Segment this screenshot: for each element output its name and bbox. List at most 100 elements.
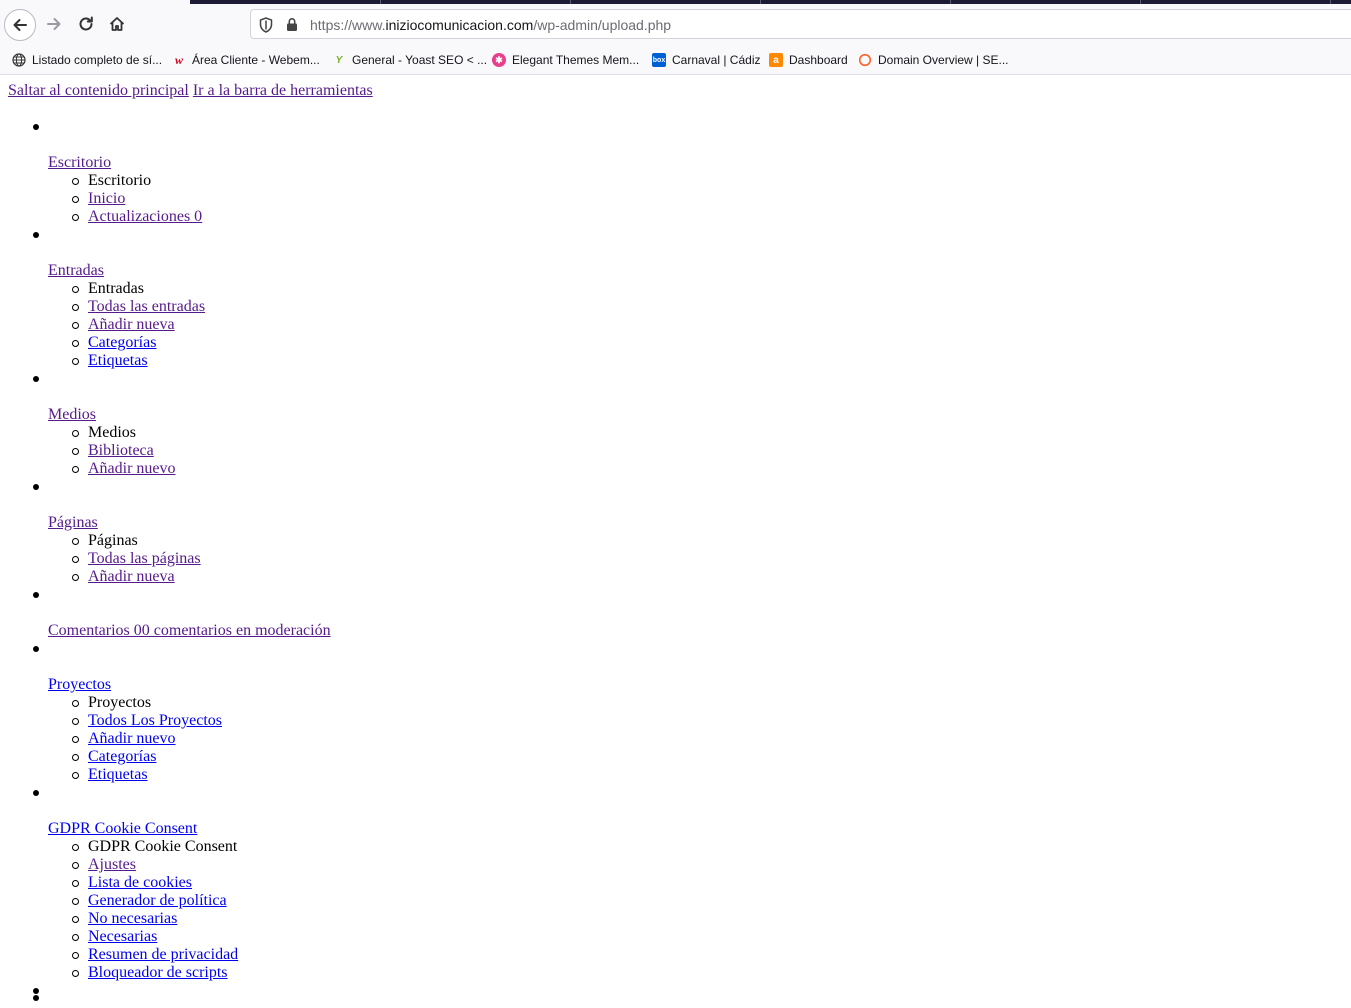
forward-button[interactable] (38, 8, 70, 40)
list-bullet (33, 232, 39, 238)
list-circle (72, 754, 79, 761)
list-circle (72, 214, 79, 221)
submenu-link[interactable]: Todos Los Proyectos (88, 712, 222, 730)
list-circle (72, 340, 79, 347)
box-icon: box (652, 53, 666, 67)
list-circle (72, 952, 79, 959)
list-circle (72, 970, 79, 977)
bookmark-label: Dashboard (789, 53, 848, 67)
submenu-link[interactable]: Añadir nuevo (88, 730, 176, 748)
submenu-link[interactable]: Categorías (88, 748, 156, 766)
list-circle (72, 574, 79, 581)
bookmark-item[interactable]: Y General - Yoast SEO < ... (332, 51, 487, 69)
url-text[interactable]: https://www.iniziocomunicacion.com/wp-ad… (310, 17, 671, 33)
bookmark-label: Domain Overview | SE... (878, 53, 1009, 67)
skip-links: Saltar al contenido principal Ir a la ba… (8, 82, 373, 100)
menu-heading-link[interactable]: Entradas (48, 262, 104, 280)
list-circle (72, 448, 79, 455)
submenu-link[interactable]: Biblioteca (88, 442, 154, 460)
submenu-link[interactable]: Etiquetas (88, 766, 148, 784)
submenu-link[interactable]: Categorías (88, 334, 156, 352)
submenu-link[interactable]: Inicio (88, 190, 125, 208)
submenu-link[interactable]: Añadir nueva (88, 568, 175, 586)
list-bullet (33, 995, 39, 1001)
submenu-link[interactable]: Todas las páginas (88, 550, 201, 568)
globe-icon (12, 53, 26, 67)
bookmark-item[interactable]: Listado completo de sí... (12, 51, 162, 69)
submenu-current-label: Entradas (88, 280, 144, 297)
list-circle (72, 538, 79, 545)
bookmark-item[interactable]: Domain Overview | SE... (858, 51, 1009, 69)
submenu-current-label: Proyectos (88, 694, 152, 711)
submenu-link[interactable]: Resumen de privacidad (88, 946, 238, 964)
submenu-link[interactable]: Añadir nuevo (88, 460, 176, 478)
list-circle (72, 322, 79, 329)
bookmark-label: Carnaval | Cádiz (672, 53, 761, 67)
bookmark-item[interactable]: ✱ Elegant Themes Mem... (492, 51, 639, 69)
skip-to-content-link[interactable]: Saltar al contenido principal (8, 82, 189, 99)
skip-to-toolbar-link[interactable]: Ir a la barra de herramientas (193, 82, 373, 99)
submenu-link[interactable]: Lista de cookies (88, 874, 192, 892)
reload-button[interactable] (70, 8, 102, 40)
ahrefs-icon: a (769, 53, 783, 67)
list-circle (72, 304, 79, 311)
submenu-link[interactable]: Añadir nueva (88, 316, 175, 334)
list-circle (72, 700, 79, 707)
bookmark-item[interactable]: a Dashboard (769, 51, 848, 69)
menu-heading-link[interactable]: Proyectos (48, 676, 111, 694)
submenu-link[interactable]: Generador de política (88, 892, 227, 910)
list-circle (72, 862, 79, 869)
submenu-link[interactable]: Necesarias (88, 928, 157, 946)
list-circle (72, 916, 79, 923)
list-circle (72, 178, 79, 185)
bookmarks-toolbar: Listado completo de sí... w Área Cliente -… (0, 48, 1351, 72)
submenu-current-label: Páginas (88, 532, 138, 549)
lock-icon[interactable] (286, 17, 298, 32)
menu-heading-link[interactable]: Comentarios 00 comentarios en moderación (48, 622, 331, 640)
submenu-link[interactable]: Actualizaciones 0 (88, 208, 202, 226)
list-bullet (33, 376, 39, 382)
address-bar[interactable]: https://www.iniziocomunicacion.com/wp-ad… (250, 9, 1351, 39)
submenu-current-label: Escritorio (88, 172, 152, 189)
shield-icon[interactable] (259, 17, 273, 33)
bookmark-label: Listado completo de sí... (32, 53, 163, 67)
list-bullet (33, 988, 39, 994)
reload-icon (79, 16, 93, 31)
list-circle (72, 934, 79, 941)
list-circle (72, 286, 79, 293)
list-circle (72, 880, 79, 887)
arrow-right-icon (47, 18, 61, 30)
home-button[interactable] (101, 8, 133, 40)
list-bullet (33, 124, 39, 130)
list-circle (72, 358, 79, 365)
bookmark-label: Elegant Themes Mem... (512, 53, 640, 67)
bookmark-item[interactable]: box Carnaval | Cádiz (652, 51, 761, 69)
menu-heading-link[interactable]: GDPR Cookie Consent (48, 820, 197, 838)
submenu-current-label: GDPR Cookie Consent (88, 838, 238, 855)
browser-chrome: https://www.iniziocomunicacion.com/wp-ad… (0, 0, 1351, 75)
page-content: Saltar al contenido principal Ir a la ba… (0, 74, 1351, 1008)
submenu-link[interactable]: No necesarias (88, 910, 177, 928)
submenu-link[interactable]: Etiquetas (88, 352, 148, 370)
menu-heading-link[interactable]: Páginas (48, 514, 98, 532)
list-bullet (33, 790, 39, 796)
list-circle (72, 736, 79, 743)
elegant-themes-icon: ✱ (492, 53, 506, 67)
submenu-current-label: Medios (88, 424, 136, 441)
menu-heading-link[interactable]: Escritorio (48, 154, 111, 172)
submenu-link[interactable]: Ajustes (88, 856, 136, 874)
tab-strip[interactable] (190, 0, 1351, 4)
submenu-link[interactable]: Bloqueador de scripts (88, 964, 228, 982)
back-button[interactable] (4, 9, 36, 41)
menu-heading-link[interactable]: Medios (48, 406, 96, 424)
semrush-icon (858, 53, 872, 67)
bookmark-item[interactable]: w Área Cliente - Webem... (172, 51, 320, 69)
submenu-link[interactable]: Todas las entradas (88, 298, 205, 316)
list-circle (72, 898, 79, 905)
list-circle (72, 556, 79, 563)
list-circle (72, 718, 79, 725)
list-bullet (33, 646, 39, 652)
list-bullet (33, 484, 39, 490)
yoast-icon: Y (335, 54, 343, 66)
arrow-left-icon (13, 19, 27, 31)
